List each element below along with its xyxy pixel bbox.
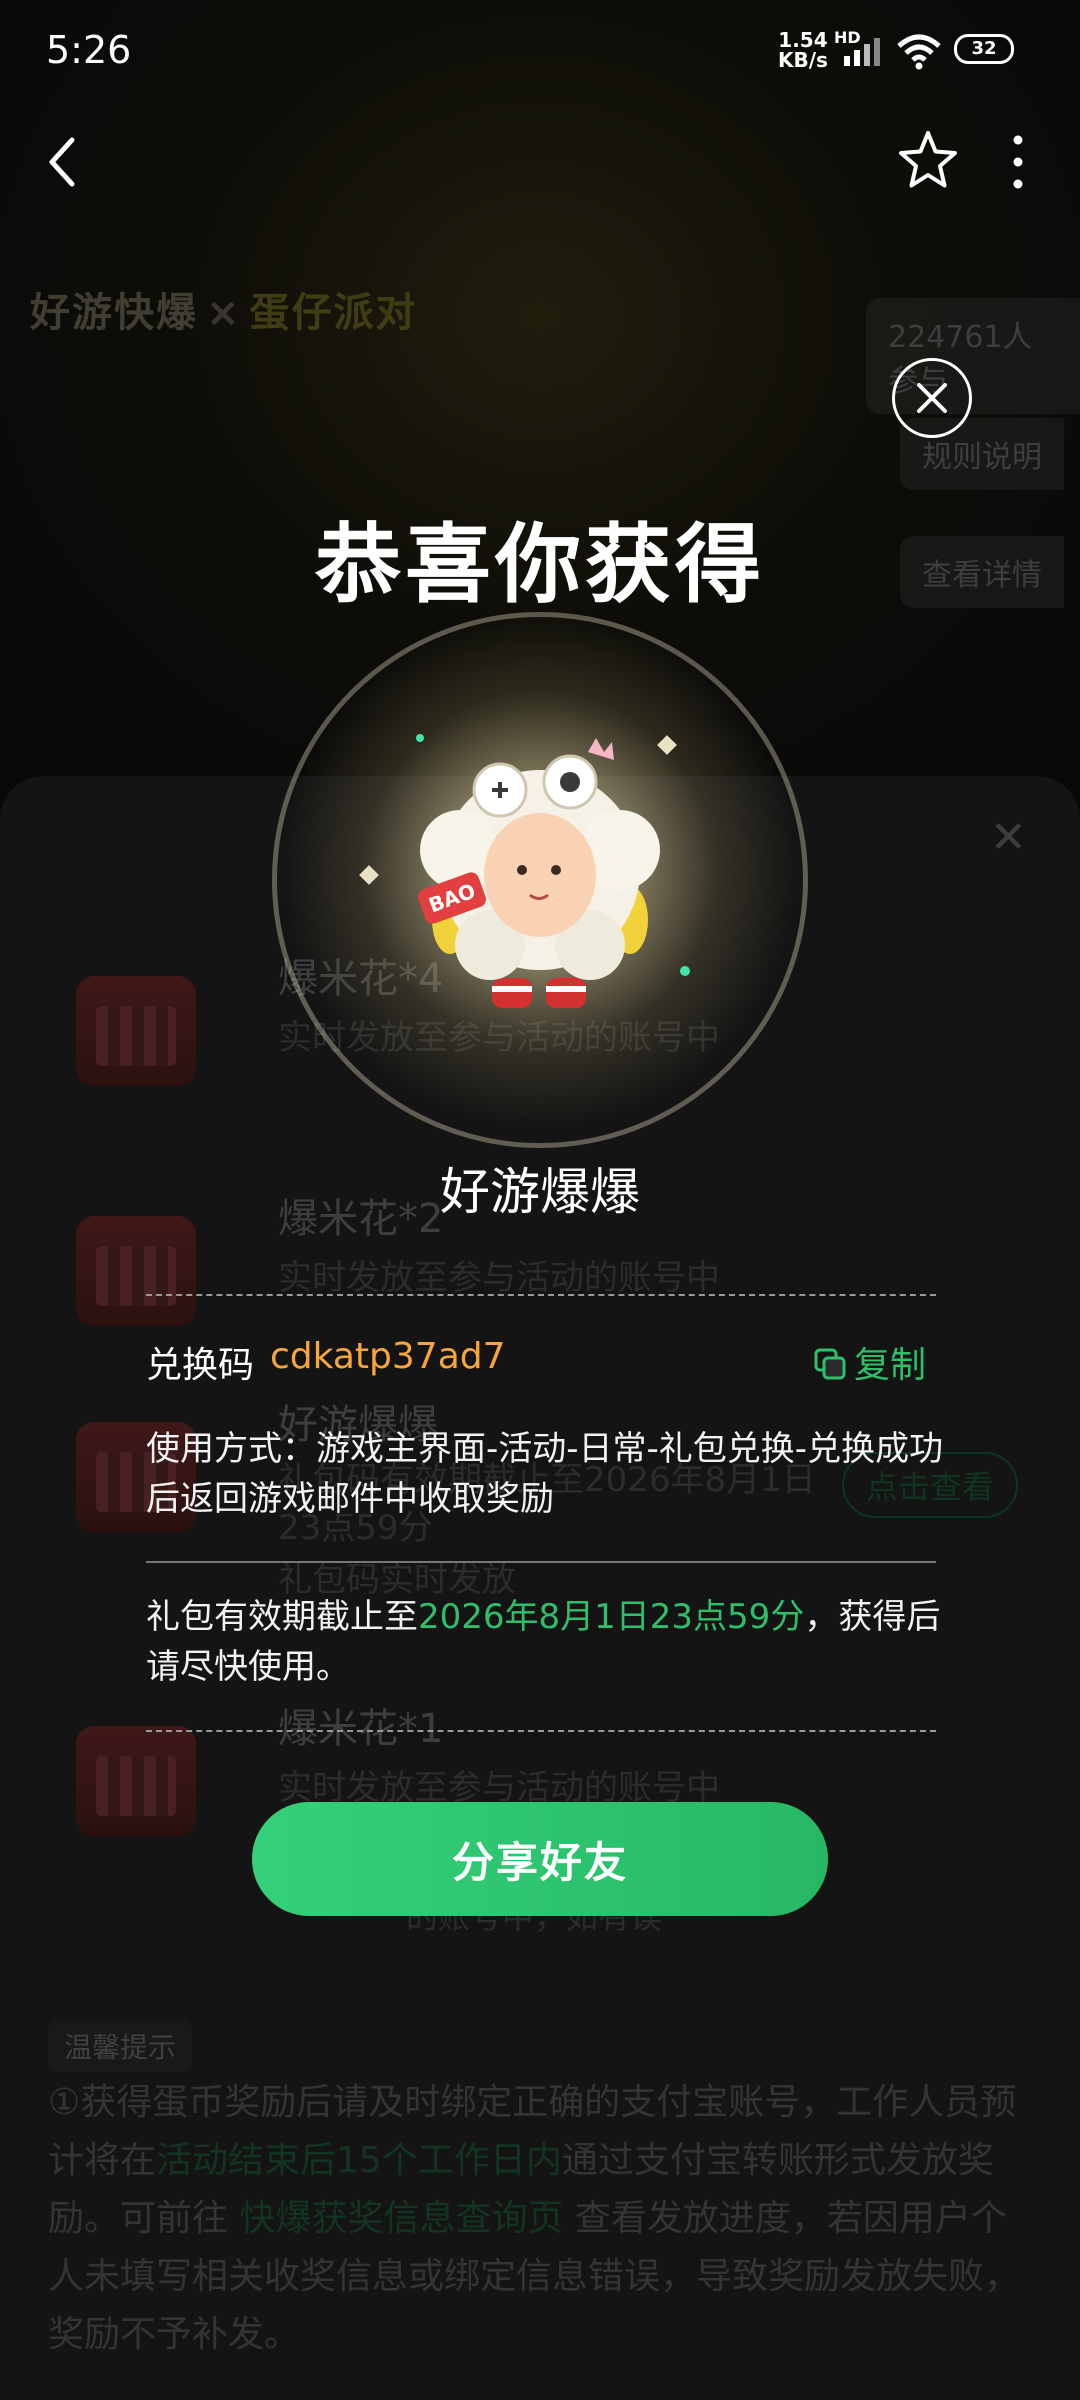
signal-icon (844, 38, 880, 66)
validity-text: 礼包有效期截止至2026年8月1日23点59分，获得后请尽快使用。 (146, 1592, 946, 1692)
divider (146, 1561, 936, 1563)
close-icon (917, 383, 947, 413)
network-speed: 1.54 KB/s (778, 30, 828, 70)
more-vertical-icon[interactable] (1006, 132, 1030, 192)
validity-prefix: 礼包有效期截止至 (146, 1597, 418, 1637)
prize-name: 好游爆爆 (440, 1163, 640, 1221)
usage-instructions: 使用方式：游戏主界面-活动-日常-礼包兑换-兑换成功后返回游戏邮件中收取奖励 (146, 1429, 944, 1519)
sparkle-dot (680, 966, 690, 976)
copy-label: 复制 (854, 1345, 927, 1386)
copy-icon (814, 1348, 846, 1380)
star-icon[interactable] (896, 128, 960, 192)
popup-title: 恭喜你获得 (315, 515, 765, 615)
battery-icon: 32 (954, 34, 1014, 64)
divider (146, 1730, 936, 1732)
net-speed-unit: KB/s (778, 48, 828, 72)
redeem-code-label: 兑换码 (146, 1345, 255, 1386)
wifi-icon (897, 34, 941, 70)
copy-button[interactable]: 复制 (812, 1336, 926, 1388)
status-time: 5:26 (46, 28, 132, 72)
back-icon[interactable] (42, 132, 82, 192)
popup-close-button[interactable] (892, 358, 972, 438)
validity-date: 2026年8月1日23点59分 (418, 1597, 805, 1637)
divider (146, 1294, 936, 1296)
net-speed-value: 1.54 (778, 28, 828, 52)
redeem-code-value: cdkatp37ad7 (270, 1336, 506, 1377)
mascot-image: BAO (418, 738, 660, 1008)
share-button[interactable]: 分享好友 (252, 1802, 828, 1916)
